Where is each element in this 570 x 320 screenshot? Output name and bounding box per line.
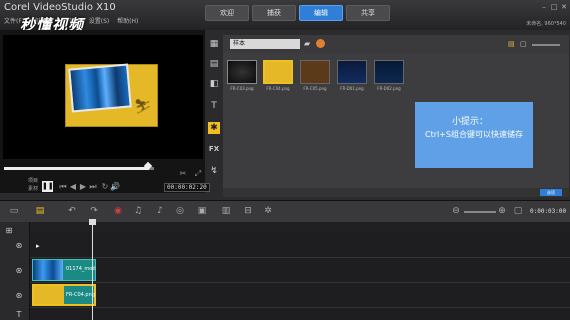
mode-project[interactable]: 项目 <box>28 177 38 184</box>
mask-icon[interactable]: ⊟ <box>242 205 254 217</box>
pause-button[interactable]: ❚❚ <box>42 181 54 192</box>
player-timecode[interactable]: 00:00:02:20 <box>164 183 210 192</box>
menu-settings[interactable]: 设置(S) <box>89 18 110 25</box>
project-info: 未命名, 960*540 <box>526 21 566 27</box>
volume-icon[interactable]: 🔊 <box>110 182 120 192</box>
auto-music-icon[interactable]: ♪ <box>154 205 166 217</box>
library-thumbnail[interactable] <box>263 60 293 84</box>
sound-mixer-icon[interactable]: ♫ <box>132 205 144 217</box>
minimize-icon[interactable]: – <box>540 3 548 11</box>
tab-share[interactable]: 共享 <box>346 5 390 21</box>
tab-capture[interactable]: 捕获 <box>252 5 296 21</box>
thumbnail-label: FR-D02.png <box>377 86 401 91</box>
overlay-clip-thumbnail <box>34 286 64 304</box>
transition-icon[interactable]: ◧ <box>208 78 220 90</box>
zoom-in-icon[interactable]: ⊕ <box>496 205 508 217</box>
thumb-size-slider[interactable] <box>532 44 560 46</box>
graphics-icon[interactable]: ✱ <box>208 122 220 134</box>
mouse-cursor-icon: ▸ <box>36 242 40 250</box>
library-thumbnail[interactable] <box>337 60 367 84</box>
instant-project-icon[interactable]: ▤ <box>208 58 220 70</box>
zoom-out-icon[interactable]: ⊖ <box>450 205 462 217</box>
motion-tracking-icon[interactable]: ◎ <box>174 205 186 217</box>
title-track-icon[interactable]: T <box>14 310 24 320</box>
overlay-clip-label: FR-C04.png <box>66 292 95 298</box>
track-divider <box>30 257 570 258</box>
library-thumbnail[interactable] <box>227 60 257 84</box>
folder-icon[interactable]: ▰ <box>304 39 310 48</box>
view-icon[interactable]: ▢ <box>520 40 527 48</box>
undo-icon[interactable]: ↶ <box>66 205 78 217</box>
maximize-icon[interactable]: □ <box>550 3 558 11</box>
title-icon[interactable]: T <box>208 100 220 112</box>
end-icon[interactable]: ⏭ <box>88 182 98 192</box>
skater-graphic-icon: ⛷ <box>134 99 152 115</box>
video-track-icon[interactable]: ⊛ <box>14 266 24 276</box>
record-icon[interactable]: ◉ <box>112 205 124 217</box>
next-frame-icon[interactable]: ▶ <box>78 182 88 192</box>
tab-welcome[interactable]: 欢迎 <box>205 5 249 21</box>
mode-clip[interactable]: 素材 <box>28 185 38 192</box>
sort-icon[interactable]: ▤ <box>508 40 515 48</box>
expand-icon[interactable]: ⤢ <box>193 169 203 179</box>
zoom-slider[interactable] <box>464 211 496 213</box>
library-thumbnail[interactable] <box>300 60 330 84</box>
track-divider <box>30 307 570 308</box>
thumbnail-label: FR-D01.png <box>340 86 364 91</box>
track-divider <box>30 282 570 283</box>
home-icon[interactable]: ⏮ <box>58 182 68 192</box>
library-folder-dropdown[interactable]: 样本 <box>230 39 300 49</box>
timeline-ruler[interactable] <box>30 222 570 232</box>
storyboard-view-icon[interactable]: ▭ <box>8 205 20 217</box>
split-icon[interactable]: ✂ <box>178 169 188 179</box>
multi-camera-icon[interactable]: ▥ <box>220 205 232 217</box>
redo-icon[interactable]: ↷ <box>88 205 100 217</box>
app-title: Corel VideoStudio X10 <box>4 2 116 13</box>
prev-frame-icon[interactable]: ◀ <box>68 182 78 192</box>
timeline-timecode[interactable]: 0:00:03:00 <box>530 208 566 215</box>
filter-icon[interactable]: FX <box>208 143 220 155</box>
tip-body: Ctrl+S组合键可以快速储存 <box>424 130 523 139</box>
library-thumbnail[interactable] <box>374 60 404 84</box>
options-button[interactable]: 选项 <box>540 189 562 196</box>
repeat-icon[interactable]: ↻ <box>100 182 110 192</box>
import-icon[interactable] <box>316 39 325 48</box>
library-footer <box>223 188 569 197</box>
fit-project-icon[interactable]: ▢ <box>512 205 524 217</box>
subtitle-icon[interactable]: ▣ <box>196 205 208 217</box>
playhead-line[interactable] <box>92 222 93 320</box>
scrub-progress <box>4 167 149 170</box>
video-clip-preview <box>68 63 132 113</box>
track-visibility-icon[interactable]: ⊛ <box>14 241 24 251</box>
video-clip-thumbnail <box>33 260 63 280</box>
thumbnail-label: FR-C05.png <box>303 86 327 91</box>
path-icon[interactable]: ↯ <box>208 165 220 177</box>
timeline-view-icon[interactable]: ▤ <box>34 205 46 217</box>
close-icon[interactable]: ✕ <box>560 3 568 11</box>
tip-title: 小提示： <box>452 117 489 127</box>
overlay-track-icon[interactable]: ⊛ <box>14 291 24 301</box>
media-icon[interactable]: ▦ <box>208 38 220 50</box>
thumbnail-label: FR-C03.png <box>230 86 254 91</box>
thumbnail-label: FR-C04.png <box>266 86 290 91</box>
stop-motion-icon[interactable]: ✲ <box>262 205 274 217</box>
menu-help[interactable]: 帮助(H) <box>117 18 138 25</box>
track-manager-icon[interactable]: ⊞ <box>4 226 14 236</box>
tab-edit[interactable]: 编辑 <box>299 5 343 21</box>
